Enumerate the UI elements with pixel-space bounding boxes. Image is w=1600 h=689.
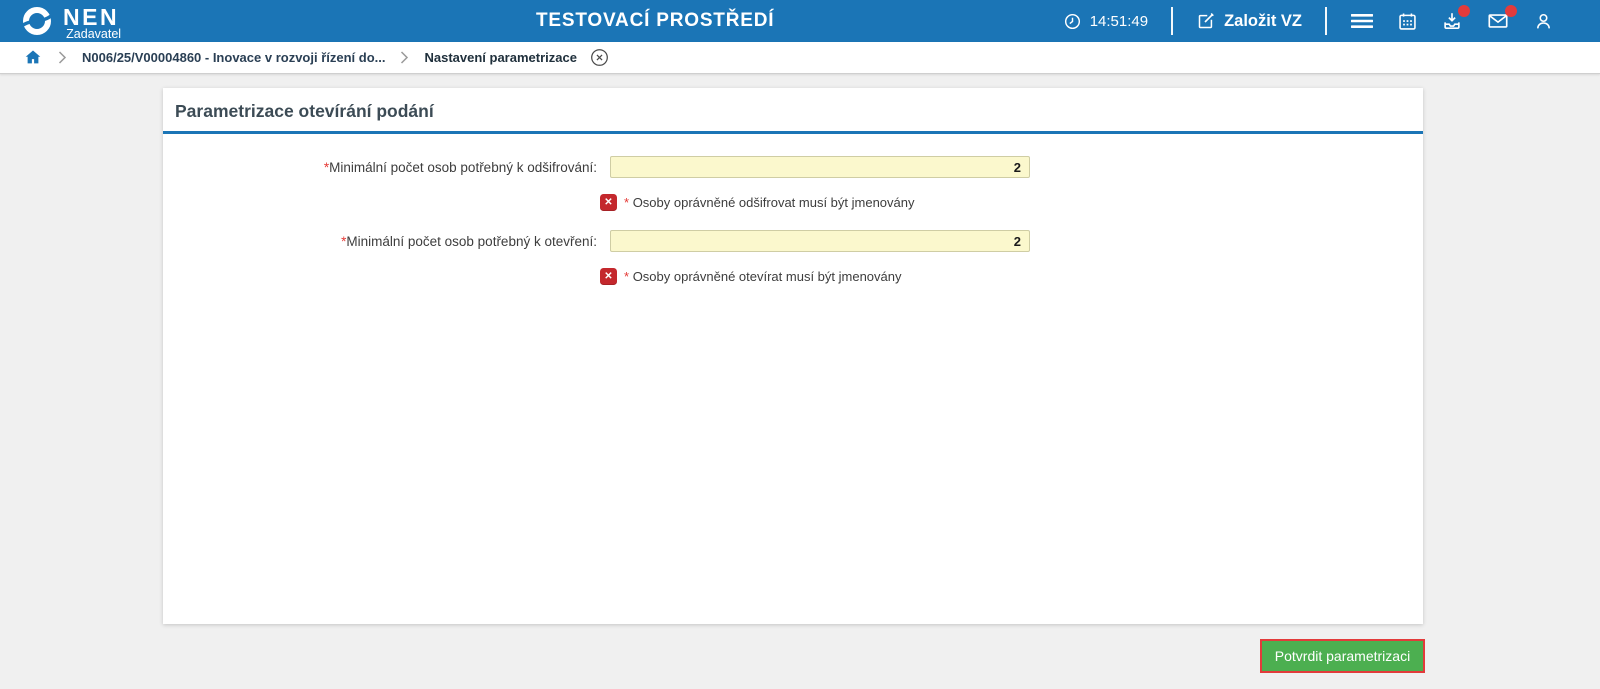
- panel-title: Parametrizace otevírání podání: [163, 88, 1423, 131]
- edit-icon: [1196, 11, 1216, 31]
- top-bar: NEN Zadavatel TESTOVACÍ PROSTŘEDÍ 14:51:…: [0, 0, 1600, 42]
- divider: [1325, 7, 1327, 35]
- calendar-icon: [1397, 11, 1418, 32]
- calendar-button[interactable]: [1397, 11, 1418, 32]
- decrypt-persons-named-label: * Osoby oprávněné odšifrovat musí být jm…: [624, 195, 915, 210]
- checkbox-row-open: ✕ * Osoby oprávněné otevírat musí být jm…: [600, 268, 1423, 285]
- home-button[interactable]: [23, 48, 43, 67]
- downloads-button[interactable]: [1441, 10, 1463, 32]
- environment-title: TESTOVACÍ PROSTŘEDÍ: [536, 0, 774, 42]
- hamburger-menu-icon: [1350, 11, 1374, 31]
- nen-logo-icon: [20, 4, 54, 38]
- breadcrumb-item-procurement[interactable]: N006/25/V00004860 - Inovace v rozvoji ří…: [82, 50, 385, 65]
- form-row-decrypt: *Minimální počet osob potřebný k odšifro…: [163, 156, 1423, 178]
- brand-name: NEN: [63, 6, 119, 28]
- notification-badge: [1505, 5, 1517, 17]
- checkbox-false-icon[interactable]: ✕: [600, 194, 617, 211]
- chevron-right-icon: [58, 51, 67, 64]
- open-persons-named-label: * Osoby oprávněné otevírat musí být jmen…: [624, 269, 902, 284]
- required-asterisk: *: [624, 195, 629, 210]
- notification-badge: [1458, 5, 1470, 17]
- brand[interactable]: NEN Zadavatel: [20, 4, 119, 41]
- clock-icon: [1063, 12, 1082, 31]
- required-asterisk: *: [624, 269, 629, 284]
- breadcrumb: N006/25/V00004860 - Inovace v rozvoji ří…: [0, 42, 1600, 74]
- chevron-right-icon: [400, 51, 409, 64]
- brand-role-label: Zadavatel: [66, 28, 121, 41]
- create-vz-button[interactable]: Založit VZ: [1196, 11, 1302, 31]
- close-tab-button[interactable]: [590, 48, 609, 67]
- menu-button[interactable]: [1350, 11, 1374, 31]
- breadcrumb-item-current: Nastavení parametrizace: [424, 50, 576, 65]
- person-icon: [1533, 11, 1554, 32]
- profile-button[interactable]: [1533, 11, 1554, 32]
- checkbox-false-icon[interactable]: ✕: [600, 268, 617, 285]
- current-time: 14:51:49: [1090, 13, 1148, 30]
- divider: [1171, 7, 1173, 35]
- messages-button[interactable]: [1486, 10, 1510, 32]
- create-vz-label: Založit VZ: [1224, 12, 1302, 31]
- clock-group: 14:51:49: [1063, 12, 1148, 31]
- min-persons-open-label: *Minimální počet osob potřebný k otevřen…: [163, 234, 597, 249]
- checkbox-row-decrypt: ✕ * Osoby oprávněné odšifrovat musí být …: [600, 194, 1423, 211]
- title-underline: [163, 131, 1423, 134]
- confirm-parametrization-button[interactable]: Potvrdit parametrizaci: [1260, 639, 1425, 673]
- min-persons-decrypt-label: *Minimální počet osob potřebný k odšifro…: [163, 160, 597, 175]
- form-row-open: *Minimální počet osob potřebný k otevřen…: [163, 230, 1423, 252]
- min-persons-decrypt-input[interactable]: [610, 156, 1030, 178]
- min-persons-open-input[interactable]: [610, 230, 1030, 252]
- parametrization-panel: Parametrizace otevírání podání *Minimáln…: [163, 88, 1423, 624]
